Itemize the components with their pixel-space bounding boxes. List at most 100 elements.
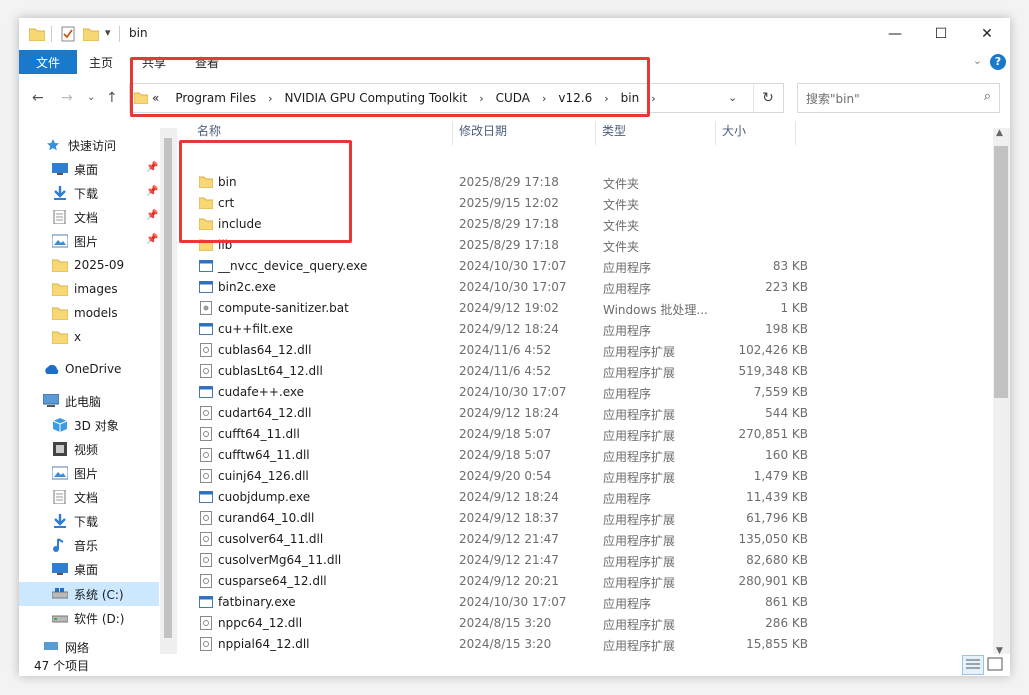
file-row[interactable]: cudart64_12.dll 2024/9/12 18:24 应用程序扩展 544 … (177, 403, 993, 424)
file-row[interactable]: cuobjdump.exe 2024/9/12 18:24 应用程序 11,439 K… (177, 487, 993, 508)
video-icon (52, 442, 68, 456)
file-date: 2024/10/30 17:07 (459, 259, 567, 273)
up-arrow-icon[interactable]: ↑ (106, 90, 118, 106)
nav-item-images[interactable]: images (51, 278, 118, 300)
file-date: 2024/9/18 5:07 (459, 448, 552, 462)
scrollbar-thumb[interactable] (994, 146, 1008, 398)
minimize-button[interactable]: — (872, 18, 918, 50)
file-row[interactable]: cusparse64_12.dll 2024/9/12 20:21 应用程序扩展 28… (177, 571, 993, 592)
file-size: 102,426 KB (738, 343, 808, 357)
details-view-icon[interactable] (962, 655, 984, 675)
nav-quick-access[interactable]: 快速访问 (46, 134, 116, 156)
file-row[interactable]: cublasLt64_12.dll 2024/11/6 4:52 应用程序扩展 519… (177, 361, 993, 382)
customize-toolbar-icon[interactable]: ▾ (105, 26, 111, 39)
column-divider[interactable] (595, 121, 596, 145)
file-row[interactable]: cublas64_12.dll 2024/11/6 4:52 应用程序扩展 102,4… (177, 340, 993, 361)
chevron-down-icon[interactable]: ⌄ (973, 54, 982, 67)
folder-icon (51, 330, 69, 345)
address-history-chevron-icon[interactable]: ⌄ (728, 91, 737, 104)
nav-item-pictures[interactable]: 图片 (51, 230, 98, 252)
pin-icon[interactable]: 📌 (146, 210, 158, 221)
help-icon[interactable]: ? (990, 54, 1006, 70)
nav-item-drive-c[interactable]: 系统 (C:) (51, 583, 124, 605)
file-row[interactable]: cufftw64_11.dll 2024/9/18 5:07 应用程序扩展 160 K… (177, 445, 993, 466)
nav-label: models (74, 306, 118, 320)
scrollbar-thumb[interactable] (164, 138, 172, 638)
column-divider[interactable] (715, 121, 716, 145)
file-row[interactable]: curand64_10.dll 2024/9/12 18:37 应用程序扩展 61,7… (177, 508, 993, 529)
tab-file[interactable]: 文件 (19, 50, 77, 74)
close-button[interactable]: ✕ (964, 18, 1010, 50)
column-header-type[interactable]: 类型 (602, 122, 626, 144)
nav-scrollbar[interactable] (160, 128, 177, 658)
nav-item-pictures-pc[interactable]: 图片 (51, 462, 98, 484)
file-name: curand64_10.dll (218, 511, 315, 525)
file-row[interactable]: cu++filt.exe 2024/9/12 18:24 应用程序 198 KB (177, 319, 993, 340)
file-name: cusolverMg64_11.dll (218, 553, 342, 567)
file-type: 应用程序扩展 (603, 366, 676, 380)
nav-label: 下载 (74, 514, 99, 529)
recent-locations-chevron-icon[interactable]: ⌄ (87, 92, 95, 103)
file-size: 861 KB (765, 595, 808, 609)
nav-onedrive[interactable]: OneDrive (43, 358, 121, 380)
file-size: 1,479 KB (753, 469, 808, 483)
forward-arrow-icon[interactable]: → (61, 90, 73, 106)
explorer-window: ▾ bin — ☐ ✕ 文件 主页 共享 查看 ⌄ ? ← → ⌄ ↑ « Pr… (19, 18, 1010, 676)
file-row[interactable]: nppc64_12.dll 2024/8/15 3:20 应用程序扩展 286 KB (177, 613, 993, 634)
nav-item-documents-pc[interactable]: 文档 (52, 486, 98, 508)
new-folder-icon[interactable] (83, 27, 99, 41)
nav-item-models[interactable]: models (51, 302, 118, 324)
file-type: 应用程序扩展 (603, 345, 676, 359)
pin-icon[interactable]: 📌 (146, 234, 158, 245)
nav-item-music[interactable]: 音乐 (52, 534, 98, 556)
column-divider[interactable] (452, 121, 453, 145)
file-list-scrollbar[interactable]: ▲ ▼ (993, 128, 1010, 658)
nav-item-desktop[interactable]: 桌面 (52, 158, 98, 180)
file-type: 文件夹 (603, 198, 640, 212)
file-row[interactable]: cudafe++.exe 2024/10/30 17:07 应用程序 7,559 KB (177, 382, 993, 403)
file-row[interactable]: bin2c.exe 2024/10/30 17:07 应用程序 223 KB (177, 277, 993, 298)
file-row[interactable]: cusolver64_11.dll 2024/9/12 21:47 应用程序扩展 13… (177, 529, 993, 550)
nav-item-x[interactable]: x (51, 326, 81, 348)
back-arrow-icon[interactable]: ← (32, 90, 44, 106)
nav-item-downloads-pc[interactable]: 下载 (52, 510, 98, 532)
maximize-button[interactable]: ☐ (918, 18, 964, 50)
file-name: cufft64_11.dll (218, 427, 300, 441)
file-row[interactable]: cusolverMg64_11.dll 2024/9/12 21:47 应用程序扩展… (177, 550, 993, 571)
file-row[interactable]: __nvcc_device_query.exe 2024/10/30 17:07 应… (177, 256, 993, 277)
file-row[interactable]: nppial64_12.dll 2024/8/15 3:20 应用程序扩展 15,85… (177, 634, 993, 655)
column-header-date[interactable]: 修改日期 (459, 122, 507, 144)
file-date: 2025/8/29 17:18 (459, 238, 559, 252)
nav-item-drive-d[interactable]: 软件 (D:) (51, 607, 124, 629)
column-header-size[interactable]: 大小 (722, 122, 746, 144)
file-row[interactable]: cuinj64_126.dll 2024/9/20 0:54 应用程序扩展 1,479… (177, 466, 993, 487)
nav-item-desktop-pc[interactable]: 桌面 (52, 558, 98, 580)
tab-home[interactable]: 主页 (89, 54, 113, 71)
folder-icon (29, 28, 45, 41)
file-type: 文件夹 (603, 177, 640, 191)
dll-file-icon (199, 616, 213, 630)
file-date: 2024/9/12 18:24 (459, 406, 559, 420)
file-row[interactable]: cufft64_11.dll 2024/9/18 5:07 应用程序扩展 270,85… (177, 424, 993, 445)
large-icons-view-icon[interactable] (986, 656, 1006, 674)
file-type: 文件夹 (603, 219, 640, 233)
file-size: 544 KB (765, 406, 808, 420)
nav-item-2025-09[interactable]: 2025-09 (51, 254, 124, 276)
nav-item-downloads[interactable]: 下载 (52, 182, 98, 204)
nav-item-3d-objects[interactable]: 3D 对象 (52, 414, 119, 436)
nav-item-videos[interactable]: 视频 (52, 438, 98, 460)
refresh-button[interactable]: ↻ (753, 84, 782, 112)
dll-file-icon (199, 637, 213, 651)
file-row[interactable]: fatbinary.exe 2024/10/30 17:07 应用程序 861 KB (177, 592, 993, 613)
search-input[interactable]: 搜索"bin" (806, 90, 860, 107)
search-box[interactable]: 搜索"bin" ⌕ (797, 83, 1000, 113)
properties-icon[interactable] (61, 26, 75, 42)
scroll-up-icon[interactable]: ▲ (996, 128, 1003, 138)
pin-icon[interactable]: 📌 (146, 162, 158, 173)
dll-file-icon (199, 427, 213, 441)
file-row[interactable]: compute-sanitizer.bat 2024/9/12 19:02 Wind… (177, 298, 993, 319)
nav-item-documents[interactable]: 文档 (52, 206, 98, 228)
column-divider[interactable] (795, 121, 796, 145)
nav-this-pc[interactable]: 此电脑 (42, 390, 101, 412)
pin-icon[interactable]: 📌 (146, 186, 158, 197)
